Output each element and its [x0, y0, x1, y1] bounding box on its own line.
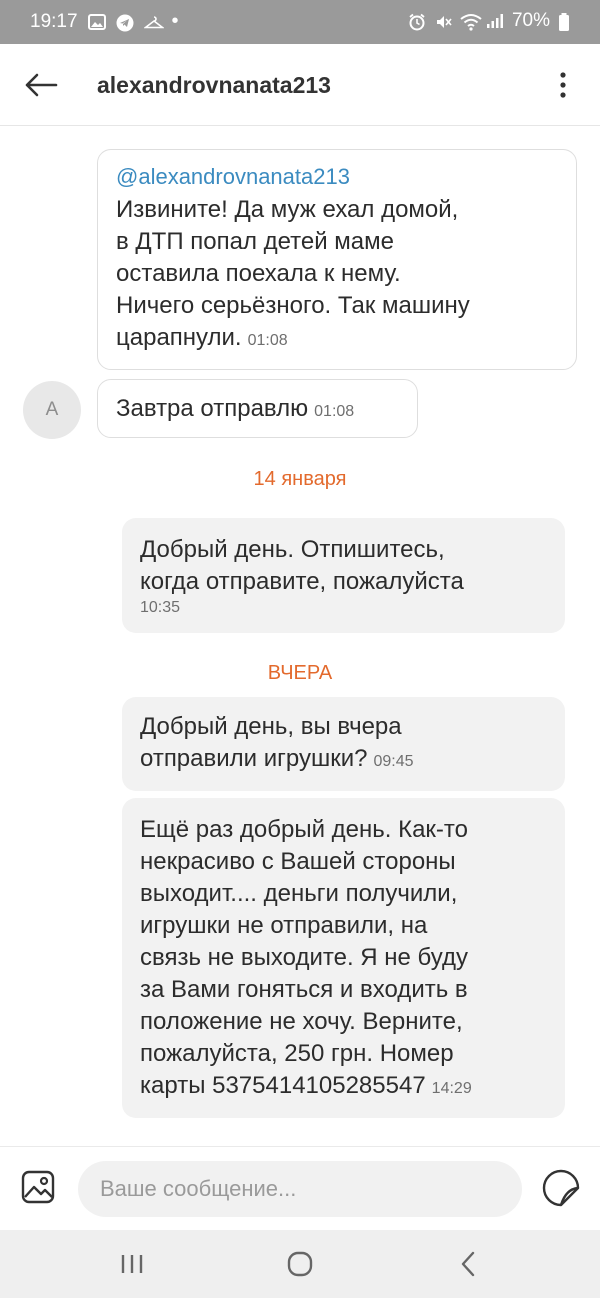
message-bubble-outgoing[interactable]: Добрый день, вы вчера отправили игрушки?… [122, 697, 565, 791]
message-text-line: оставила поехала к нему. [116, 260, 401, 287]
message-text-line: в ДТП попал детей маме [116, 228, 395, 255]
message-bubble-incoming[interactable]: Завтра отправлю 01:08 [97, 379, 418, 438]
chat-header: alexandrovnanata213 [0, 44, 600, 126]
sticker-icon [542, 1169, 580, 1207]
message-bubble-outgoing[interactable]: Добрый день. Отпишитесь, когда отправите… [122, 518, 565, 633]
message-text: Завтра отправлю [116, 395, 309, 422]
wifi-icon [460, 13, 482, 31]
message-time: 14:29 [431, 1080, 472, 1097]
battery-percent: 70% [511, 10, 550, 31]
back-button[interactable] [22, 66, 60, 104]
message-bubble-outgoing[interactable]: Ещё раз добрый день. Как-то некрасиво с … [122, 798, 565, 1118]
compose-bar [0, 1146, 600, 1230]
chevron-left-icon [461, 1251, 475, 1277]
message-list[interactable]: @alexandrovnanata213 Извините! Да муж ех… [0, 126, 600, 1146]
home-button[interactable] [270, 1244, 330, 1284]
signal-icon [486, 13, 504, 29]
message-text-line: связь не выходите. Я не буду [140, 944, 468, 971]
system-navigation-bar [0, 1230, 600, 1298]
message-text-line: за Вами гоняться и входить в [140, 976, 468, 1003]
attach-image-button[interactable] [18, 1167, 58, 1207]
more-vertical-icon [560, 72, 566, 98]
message-time: 01:08 [247, 332, 288, 349]
home-icon [287, 1251, 313, 1277]
message-time: 01:08 [314, 403, 355, 420]
recent-apps-icon [121, 1255, 143, 1273]
telegram-icon [116, 14, 134, 31]
alarm-icon [408, 13, 426, 31]
image-icon [87, 13, 106, 30]
message-text-line: положение не хочу. Верните, [140, 1008, 463, 1035]
message-text-line: Ещё раз добрый день. Как-то [140, 816, 468, 843]
quoted-username[interactable]: @alexandrovnanata213 [116, 162, 558, 192]
date-separator: 14 января [253, 468, 347, 490]
message-bubble-incoming[interactable]: @alexandrovnanata213 Извините! Да муж ех… [97, 149, 577, 370]
battery-icon [558, 13, 570, 31]
dot-icon: • [171, 10, 179, 32]
more-options-button[interactable] [548, 68, 578, 102]
message-text-line: игрушки не отправили, на [140, 912, 428, 939]
arrow-left-icon [25, 73, 58, 97]
message-input[interactable] [78, 1161, 522, 1217]
mute-icon [434, 13, 452, 29]
date-separator: ВЧЕРА [267, 662, 333, 684]
message-time: 09:45 [373, 753, 414, 770]
avatar[interactable]: A [23, 381, 81, 439]
message-text-line: Добрый день, вы вчера [140, 713, 402, 740]
message-text-line: карты 5375414105285547 [140, 1072, 426, 1099]
message-text-line: Добрый день. Отпишитесь, [140, 536, 445, 563]
hanger-icon [142, 14, 165, 30]
system-back-button[interactable] [438, 1244, 498, 1284]
message-text-line: Ничего серьёзного. Так машину [116, 292, 470, 319]
message-text-line: Извините! Да муж ехал домой, [116, 196, 459, 223]
message-text-line: царапнули. [116, 324, 242, 351]
message-text-line: некрасиво с Вашей стороны [140, 848, 456, 875]
message-text-line: выходит.... деньги получили, [140, 880, 458, 907]
chat-title: alexandrovnanata213 [97, 72, 331, 98]
message-text-line: отправили игрушки? [140, 745, 368, 772]
sticker-button[interactable] [540, 1167, 582, 1209]
image-icon [21, 1170, 55, 1204]
message-time: 10:35 [140, 599, 181, 616]
message-text-line: когда отправите, пожалуйста [140, 568, 464, 595]
message-text-line: пожалуйста, 250 грн. Номер [140, 1040, 454, 1067]
clock: 19:17 [30, 10, 78, 32]
status-bar: 19:17 • 70% [0, 0, 600, 44]
recent-apps-button[interactable] [102, 1244, 162, 1284]
